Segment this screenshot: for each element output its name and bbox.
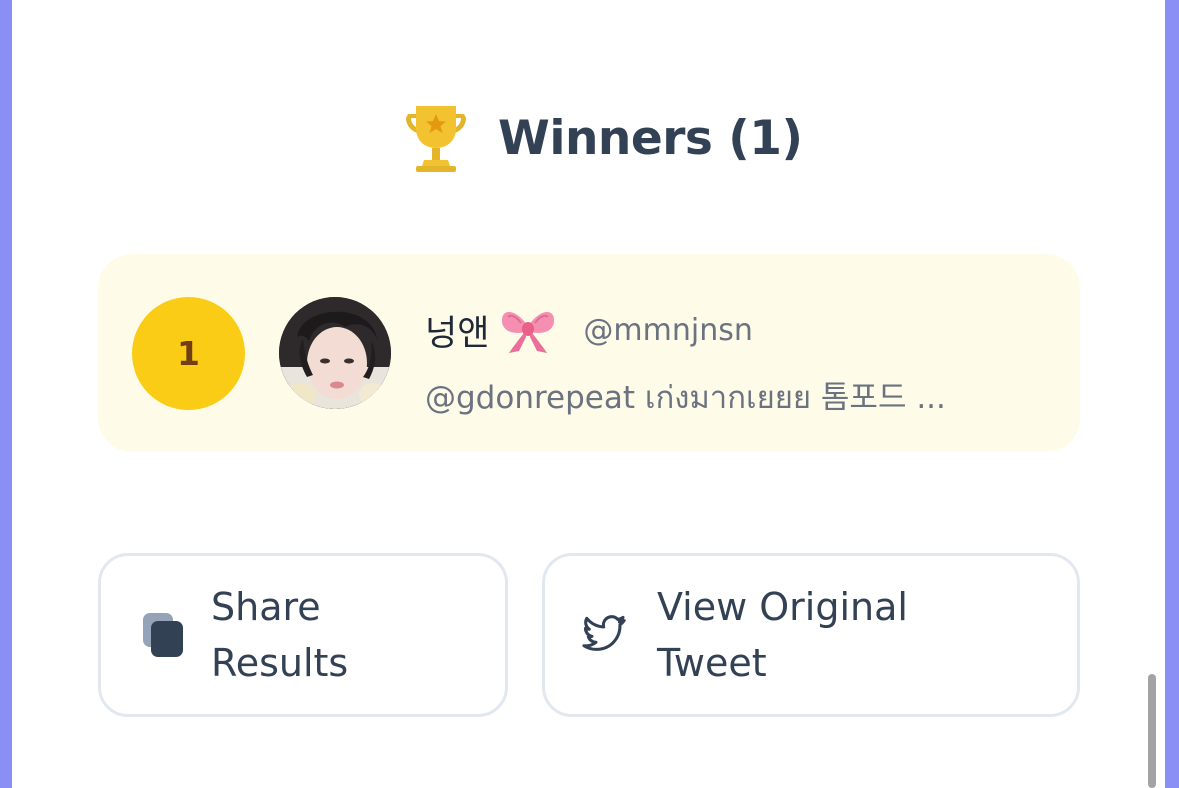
winners-title: Winners (1)	[498, 110, 803, 166]
view-original-tweet-label: View Original Tweet	[657, 585, 908, 685]
winner-row[interactable]: 1 넝앤 @mmnjnsn @gdonrepeat เก่งมากเยยย 톰포…	[98, 254, 1080, 452]
copy-icon	[143, 613, 183, 657]
twitter-bird-icon	[582, 615, 626, 651]
display-name: 넝앤	[425, 313, 490, 354]
reply-text: @gdonrepeat เก่งมากเยยย 톰포드 ...	[425, 380, 946, 416]
view-original-tweet-button[interactable]: View Original Tweet	[542, 553, 1080, 717]
scrollbar-thumb[interactable]	[1148, 674, 1156, 788]
ribbon-bow-icon	[502, 312, 555, 353]
trophy-icon	[406, 106, 466, 172]
winners-heading: Winners (1)	[398, 100, 803, 176]
share-results-button[interactable]: Share Results	[98, 553, 508, 717]
rank-badge: 1	[132, 297, 245, 410]
avatar[interactable]	[279, 297, 391, 409]
user-handle[interactable]: @mmnjnsn	[583, 313, 752, 348]
winner-name-line: 넝앤 @mmnjnsn	[425, 302, 753, 358]
share-results-label: Share Results	[211, 585, 349, 685]
